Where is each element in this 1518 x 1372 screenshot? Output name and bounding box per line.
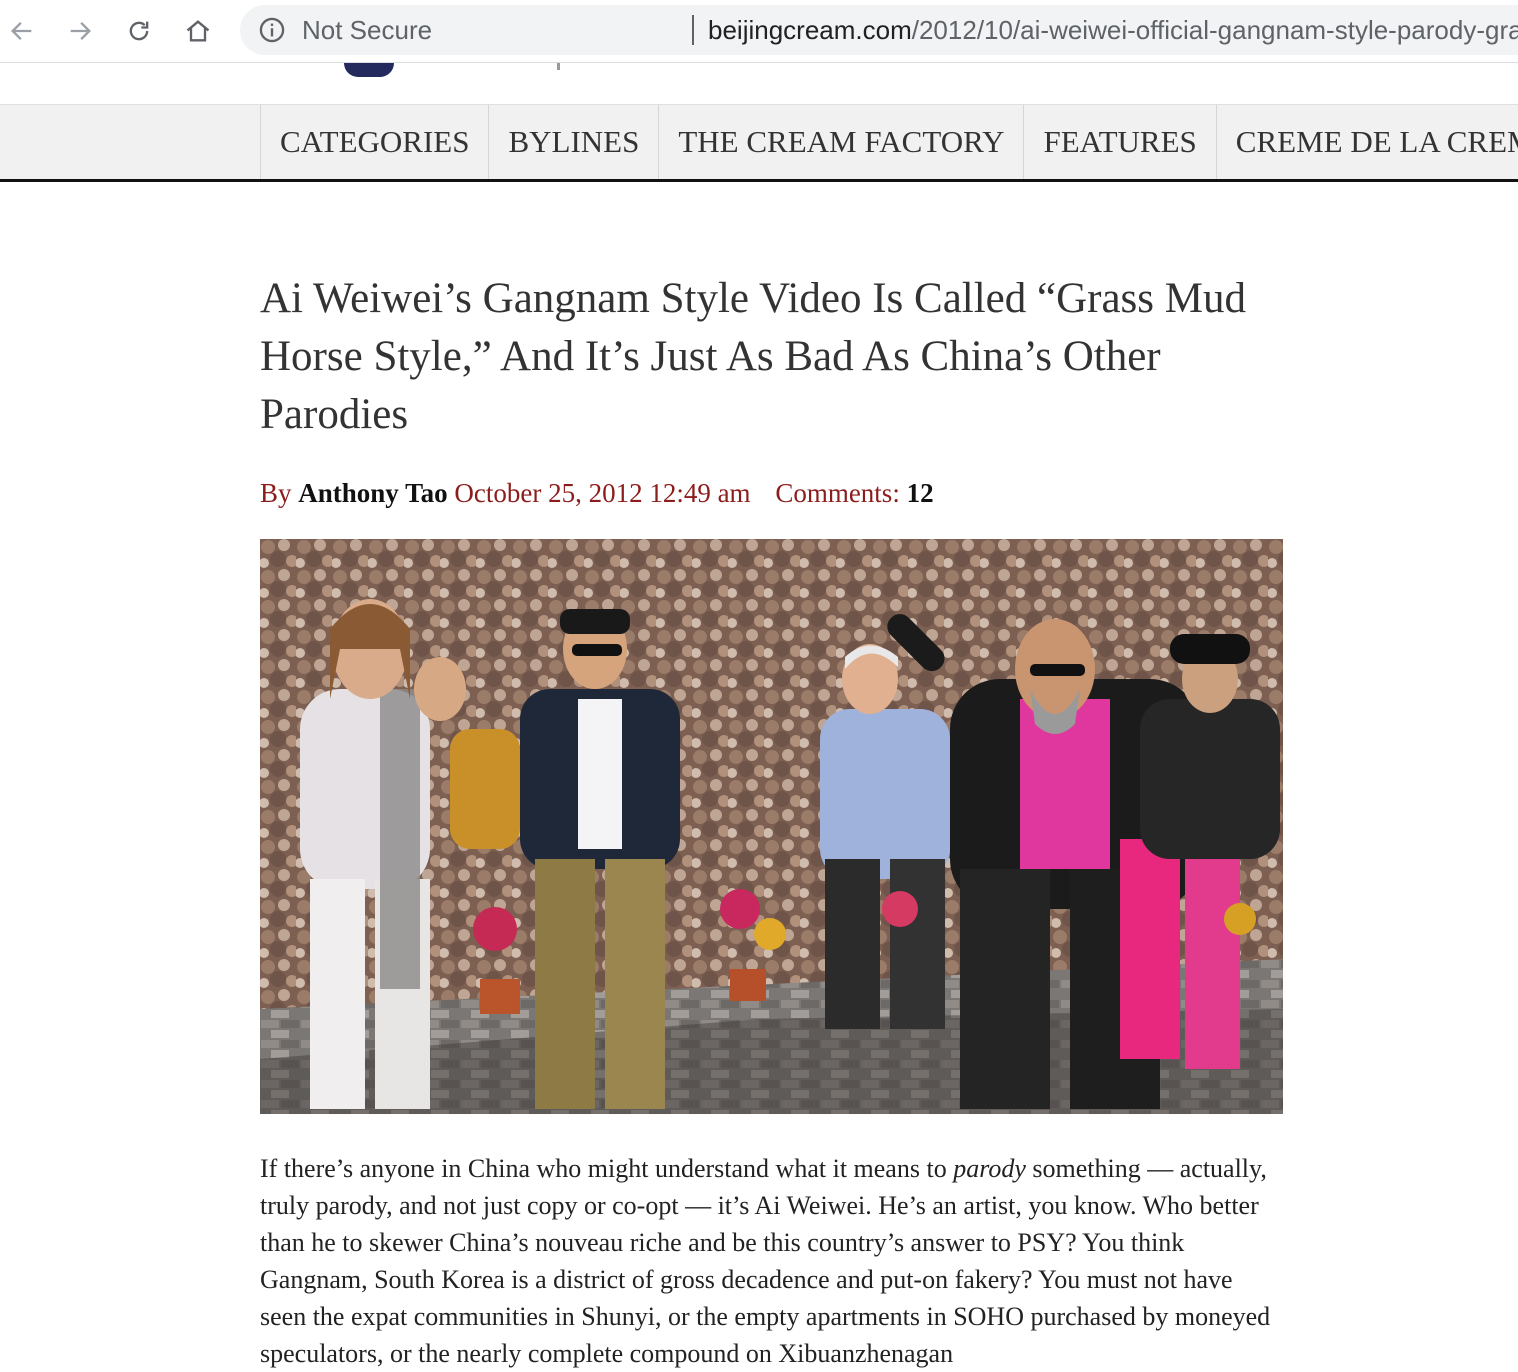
article-hero-image <box>260 539 1283 1114</box>
browser-toolbar: Not Secure beijingcream.com/2012/10/ai-w… <box>0 0 1518 63</box>
article-title[interactable]: Ai Weiwei’s Gangnam Style Video Is Calle… <box>260 270 1290 444</box>
address-divider <box>692 15 694 45</box>
security-label[interactable]: Not Secure <box>302 15 432 46</box>
logo-mark <box>557 63 560 70</box>
article-header: Ai Weiwei’s Gangnam Style Video Is Calle… <box>260 270 1290 518</box>
back-button[interactable] <box>2 11 42 51</box>
nav-item-cream-factory[interactable]: THE CREAM FACTORY <box>658 105 1023 179</box>
nav-item-features[interactable]: FEATURES <box>1023 105 1215 179</box>
main-nav: CATEGORIES BYLINES THE CREAM FACTORY FEA… <box>0 104 1518 182</box>
nav-item-bylines[interactable]: BYLINES <box>488 105 658 179</box>
article-body: If there’s anyone in China who might und… <box>260 1150 1285 1372</box>
back-icon <box>11 22 32 40</box>
comments-label[interactable]: Comments: <box>775 478 900 508</box>
author-link[interactable]: Anthony Tao <box>298 478 447 508</box>
home-button[interactable] <box>178 11 218 51</box>
nav-item-categories[interactable]: CATEGORIES <box>260 105 488 179</box>
site-logo[interactable] <box>344 63 394 77</box>
info-icon[interactable] <box>258 16 286 44</box>
forward-button[interactable] <box>60 11 100 51</box>
byline-prefix: By <box>260 478 292 508</box>
post-date: October 25, 2012 12:49 am <box>454 478 751 508</box>
home-icon <box>186 20 210 42</box>
body-emphasis: parody <box>953 1154 1026 1183</box>
address-bar[interactable]: Not Secure beijingcream.com/2012/10/ai-w… <box>240 5 1518 55</box>
body-text-1: If there’s anyone in China who might und… <box>260 1154 954 1183</box>
nav-items: CATEGORIES BYLINES THE CREAM FACTORY FEA… <box>260 105 1518 179</box>
url-path: /2012/10/ai-weiwei-official-gangnam-styl… <box>911 15 1518 45</box>
reload-icon <box>129 21 149 41</box>
url-text[interactable]: beijingcream.com/2012/10/ai-weiwei-offic… <box>708 15 1518 46</box>
nav-item-creme-de-la-creme[interactable]: CREME DE LA CREME <box>1215 105 1518 179</box>
reload-button[interactable] <box>119 11 159 51</box>
body-text-2: something — ac­tually, truly parody, and… <box>260 1154 1271 1368</box>
comments-count[interactable]: 12 <box>907 478 934 508</box>
byline: By Anthony Tao October 25, 2012 12:49 am… <box>260 478 1290 518</box>
forward-icon <box>70 22 91 40</box>
url-host: beijingcream.com <box>708 15 912 45</box>
